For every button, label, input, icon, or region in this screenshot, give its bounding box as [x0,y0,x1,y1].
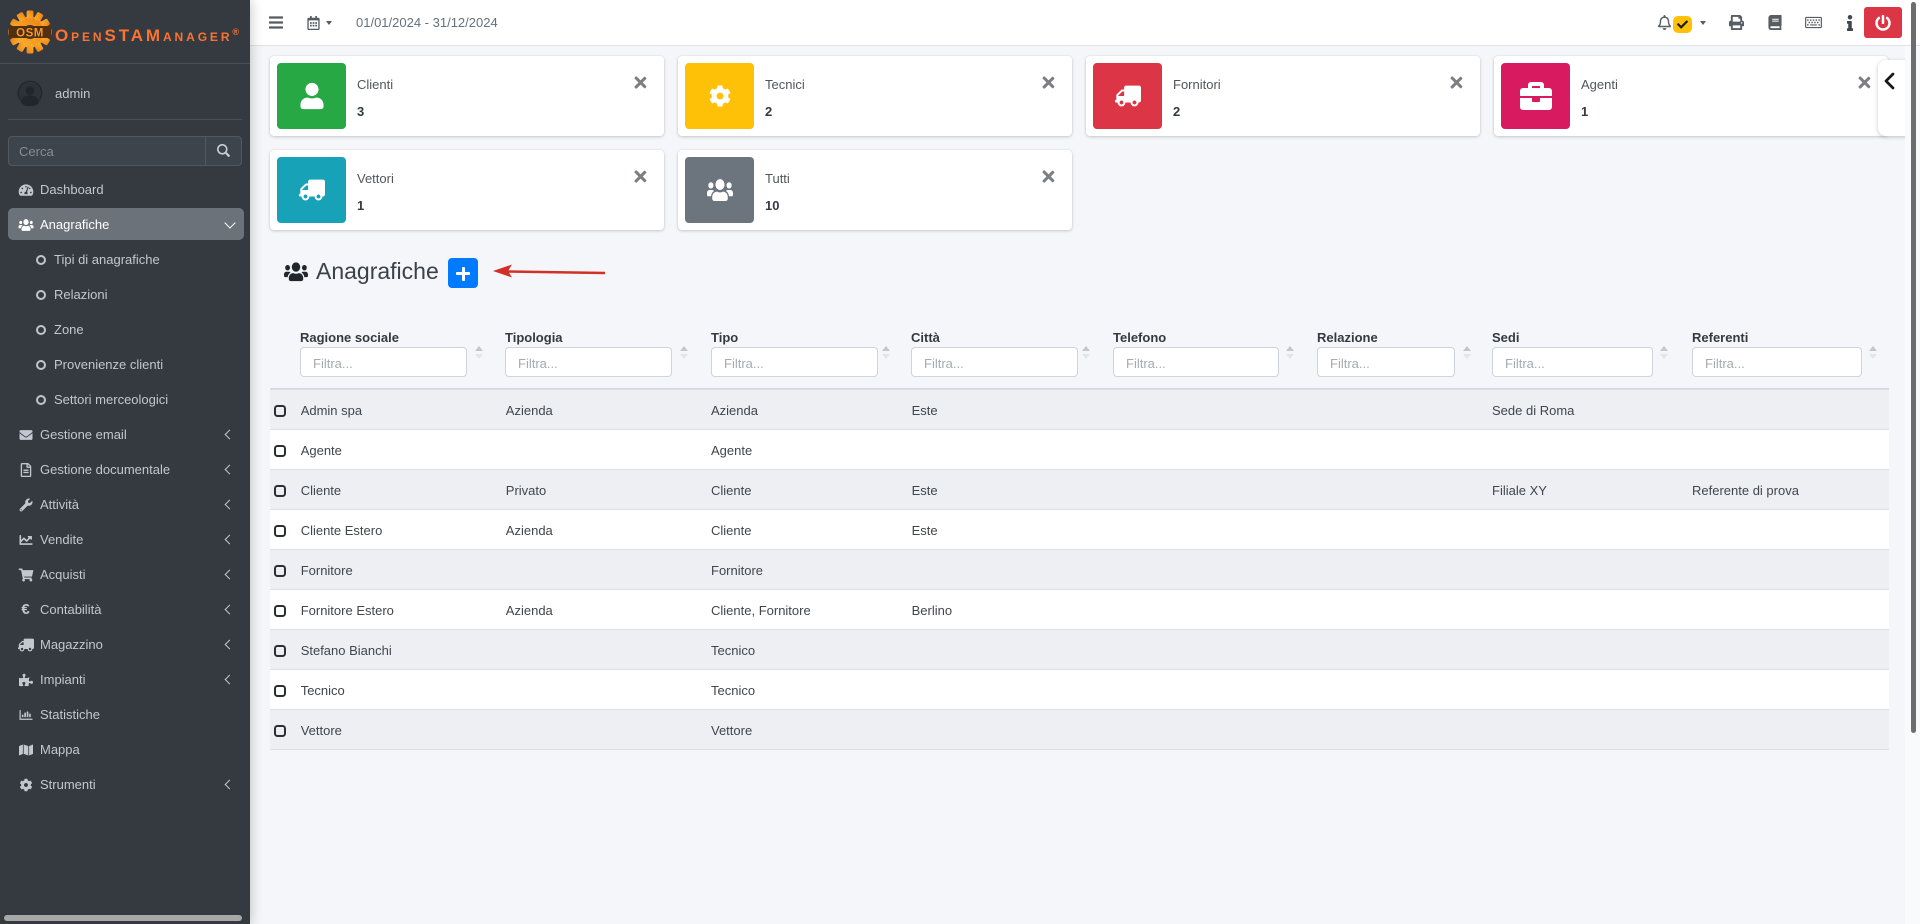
svg-text:OSM: OSM [16,28,44,40]
